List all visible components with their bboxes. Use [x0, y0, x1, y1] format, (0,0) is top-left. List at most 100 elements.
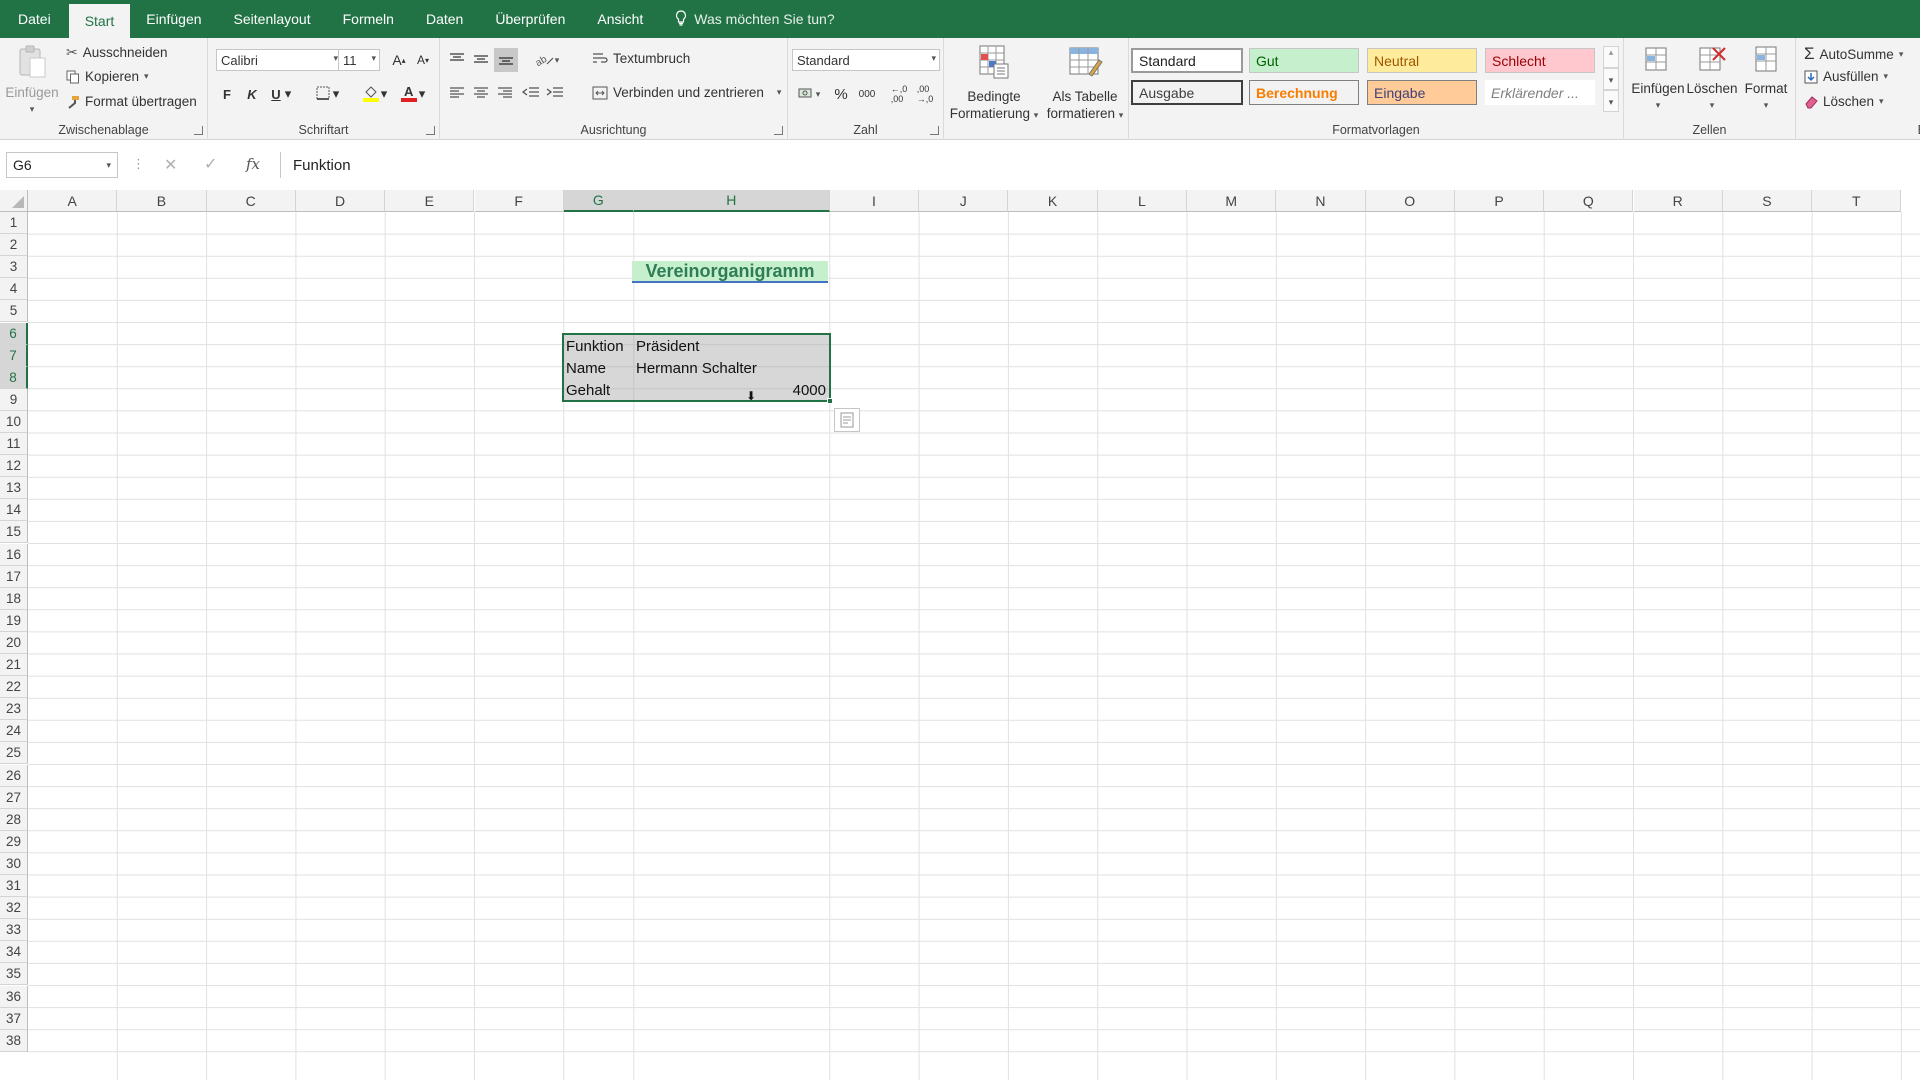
format-as-table-button[interactable]: Als Tabelle formatieren ▾ — [1040, 44, 1130, 124]
font-color-dropdown-icon[interactable]: ▾ — [416, 83, 428, 105]
row-header-24[interactable]: 24 — [0, 720, 28, 743]
row-header-12[interactable]: 12 — [0, 455, 28, 478]
conditional-formatting-button[interactable]: Bedingte Formatierung ▾ — [948, 44, 1040, 124]
row-header-3[interactable]: 3 — [0, 256, 28, 279]
clear-button[interactable]: Löschen ▾ — [1804, 94, 1884, 109]
increase-decimal-button[interactable]: ←,0,00 — [888, 83, 910, 105]
row-header-5[interactable]: 5 — [0, 300, 28, 323]
row-header-13[interactable]: 13 — [0, 477, 28, 500]
style-schlecht[interactable]: Schlecht — [1485, 48, 1595, 73]
row-header-11[interactable]: 11 — [0, 433, 28, 456]
row-header-14[interactable]: 14 — [0, 499, 28, 522]
column-header-a[interactable]: A — [28, 190, 118, 212]
select-all-button[interactable] — [0, 190, 28, 212]
row-header-38[interactable]: 38 — [0, 1029, 28, 1052]
row-header-28[interactable]: 28 — [0, 808, 28, 831]
column-header-q[interactable]: Q — [1544, 190, 1634, 212]
row-header-35[interactable]: 35 — [0, 963, 28, 986]
delete-cells-button[interactable]: Löschen ▾ — [1686, 44, 1738, 114]
column-header-s[interactable]: S — [1722, 190, 1813, 212]
row-header-31[interactable]: 31 — [0, 875, 28, 898]
borders-dropdown-icon[interactable]: ▾ — [330, 83, 342, 105]
column-header-r[interactable]: R — [1633, 190, 1723, 212]
title-cell[interactable]: Vereinorganigramm — [632, 261, 828, 283]
name-box[interactable]: G6 ▾ — [6, 152, 118, 178]
autosum-button[interactable]: Σ AutoSumme ▾ — [1804, 44, 1903, 64]
row-header-20[interactable]: 20 — [0, 631, 28, 654]
decrease-decimal-button[interactable]: ,00 →,0 — [914, 83, 936, 105]
row-header-21[interactable]: 21 — [0, 654, 28, 677]
wrap-text-button[interactable]: Textumbruch — [592, 51, 690, 66]
column-header-n[interactable]: N — [1276, 190, 1366, 212]
align-middle-button[interactable] — [470, 49, 492, 71]
column-header-j[interactable]: J — [919, 190, 1009, 212]
row-header-37[interactable]: 37 — [0, 1007, 28, 1030]
row-header-23[interactable]: 23 — [0, 698, 28, 721]
row-header-16[interactable]: 16 — [0, 543, 28, 566]
tell-me-box[interactable]: Was möchten Sie tun? — [659, 0, 850, 38]
row-header-33[interactable]: 33 — [0, 919, 28, 942]
column-header-m[interactable]: M — [1187, 190, 1277, 212]
row-header-15[interactable]: 15 — [0, 521, 28, 544]
orientation-button[interactable]: ab ▾ — [532, 49, 562, 71]
column-header-i[interactable]: I — [829, 190, 920, 212]
align-right-button[interactable] — [494, 83, 516, 105]
worksheet-grid[interactable]: ABCDEFGHIJKLMNOPQRST 1 2 3 4 5 6 7 8 9 10 11 12 13 14… — [0, 190, 1920, 1080]
alignment-launcher-icon[interactable] — [774, 126, 783, 135]
column-header-k[interactable]: K — [1008, 190, 1098, 212]
align-center-button[interactable] — [470, 83, 492, 105]
column-header-f[interactable]: F — [474, 190, 564, 212]
row-header-9[interactable]: 9 — [0, 388, 28, 411]
format-cells-button[interactable]: Format ▾ — [1740, 44, 1792, 114]
percent-button[interactable]: % — [830, 83, 852, 105]
thousands-button[interactable]: 000 — [854, 83, 880, 105]
row-header-32[interactable]: 32 — [0, 897, 28, 920]
style-berechnung[interactable]: Berechnung — [1249, 80, 1359, 105]
row-header-7[interactable]: 7 — [0, 344, 28, 367]
tab-seitenlayout[interactable]: Seitenlayout — [218, 0, 327, 38]
formula-input[interactable]: Funktion — [280, 152, 1920, 178]
style-standard[interactable]: Standard — [1131, 48, 1243, 73]
copy-button[interactable]: Kopieren ▾ — [66, 69, 149, 84]
tab-daten[interactable]: Daten — [410, 0, 479, 38]
row-header-22[interactable]: 22 — [0, 676, 28, 699]
shrink-font-button[interactable]: A ▾ — [412, 49, 434, 71]
style-eingabe[interactable]: Eingabe — [1367, 80, 1477, 105]
fill-color-dropdown-icon[interactable]: ▾ — [378, 83, 390, 105]
row-header-10[interactable]: 10 — [0, 410, 28, 433]
insert-cells-button[interactable]: Einfügen ▾ — [1631, 44, 1685, 114]
copy-dropdown-icon[interactable]: ▾ — [144, 71, 149, 82]
confirm-entry-icon[interactable]: ✓ — [204, 154, 217, 174]
number-format-select[interactable]: Standard ▾ — [792, 49, 940, 71]
italic-button[interactable]: K — [241, 83, 263, 105]
underline-dropdown-icon[interactable]: ▾ — [282, 83, 294, 105]
number-launcher-icon[interactable] — [930, 126, 939, 135]
column-header-l[interactable]: L — [1097, 190, 1187, 212]
row-header-4[interactable]: 4 — [0, 278, 28, 301]
row-header-34[interactable]: 34 — [0, 941, 28, 964]
column-header-h[interactable]: H — [633, 190, 830, 212]
merge-center-button[interactable]: Verbinden und zentrieren ▾ — [592, 85, 781, 100]
row-header-29[interactable]: 29 — [0, 830, 28, 853]
styles-scroll-down-icon[interactable]: ▾ — [1603, 68, 1619, 90]
tab-start[interactable]: Start — [68, 4, 131, 38]
column-header-o[interactable]: O — [1365, 190, 1455, 212]
row-header-27[interactable]: 27 — [0, 786, 28, 809]
tab-datei[interactable]: Datei — [0, 0, 69, 38]
column-header-b[interactable]: B — [117, 190, 207, 212]
font-family-select[interactable]: Calibri ▾ — [216, 49, 342, 71]
column-header-g[interactable]: G — [563, 190, 634, 212]
font-launcher-icon[interactable] — [426, 126, 435, 135]
align-top-button[interactable] — [446, 49, 468, 71]
clipboard-launcher-icon[interactable] — [194, 126, 203, 135]
row-header-8[interactable]: 8 — [0, 366, 28, 389]
style-gut[interactable]: Gut — [1249, 48, 1359, 73]
decrease-indent-button[interactable] — [520, 83, 542, 105]
row-header-18[interactable]: 18 — [0, 587, 28, 610]
column-header-e[interactable]: E — [385, 190, 475, 212]
clear-dropdown-icon[interactable]: ▾ — [1879, 96, 1884, 107]
fill-button[interactable]: Ausfüllen ▾ — [1804, 69, 1888, 84]
row-header-19[interactable]: 19 — [0, 609, 28, 632]
formula-bar-splitter[interactable]: ⋮ — [132, 156, 145, 172]
row-header-26[interactable]: 26 — [0, 764, 28, 787]
